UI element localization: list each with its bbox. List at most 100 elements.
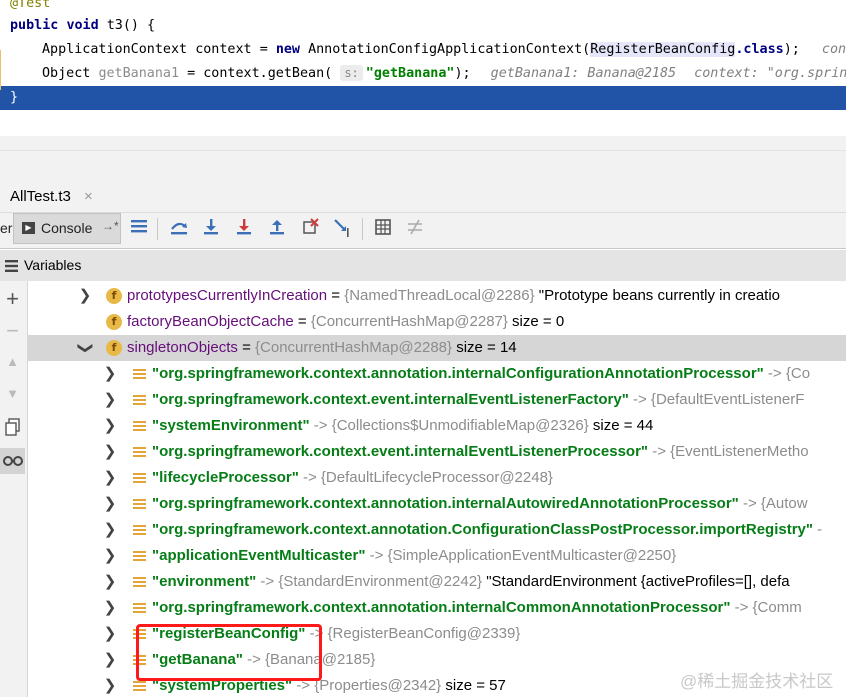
inline-debug-hint-value: getBanana1: Banana@2185 bbox=[490, 66, 677, 81]
value-text: "StandardEnvironment {activeProfiles=[],… bbox=[482, 573, 790, 590]
chevron-right-icon[interactable]: ❯ bbox=[103, 517, 117, 543]
map-entry-icon bbox=[133, 549, 146, 563]
entry-key: "systemEnvironment" bbox=[152, 417, 310, 434]
chevron-right-icon[interactable]: ❯ bbox=[103, 413, 117, 439]
indent-guide bbox=[0, 50, 1, 90]
entry-key: "lifecycleProcessor" bbox=[152, 469, 299, 486]
tree-row[interactable]: f factoryBeanObjectCache = {ConcurrentHa… bbox=[28, 309, 846, 335]
divider bbox=[0, 150, 846, 151]
chevron-down-icon[interactable]: ❯ bbox=[72, 341, 98, 355]
map-entry-row[interactable]: ❯ "org.springframework.context.annotatio… bbox=[28, 517, 846, 543]
keyword-public: public bbox=[10, 18, 59, 33]
map-entry-icon bbox=[133, 575, 146, 589]
force-step-into-icon[interactable] bbox=[233, 218, 255, 240]
map-entry-icon bbox=[133, 393, 146, 407]
statement-end: ); bbox=[454, 66, 471, 81]
assign-op: = bbox=[259, 42, 268, 57]
type-name: ApplicationContext bbox=[42, 42, 188, 57]
close-icon[interactable]: × bbox=[84, 188, 93, 205]
run-to-cursor-icon[interactable] bbox=[332, 218, 354, 240]
map-entry-row[interactable]: ❯ "org.springframework.context.annotatio… bbox=[28, 491, 846, 517]
chevron-right-icon[interactable]: ❯ bbox=[103, 387, 117, 413]
closing-brace: } bbox=[10, 90, 19, 105]
value-text: size = 44 bbox=[588, 417, 654, 434]
object-ref: {NamedThreadLocal@2286} bbox=[344, 287, 535, 304]
entry-value: -> {Autow bbox=[738, 495, 808, 512]
getbean-call: = context.getBean( bbox=[187, 66, 333, 81]
tree-row-selected[interactable]: ❯ f singletonObjects = {ConcurrentHashMa… bbox=[28, 335, 846, 361]
plus-icon[interactable]: + bbox=[0, 286, 25, 312]
map-entry-icon bbox=[133, 445, 146, 459]
glasses-icon[interactable] bbox=[0, 448, 25, 474]
entry-key: "org.springframework.context.annotation.… bbox=[152, 521, 813, 538]
entry-value: -> {Comm bbox=[730, 599, 802, 616]
object-ref: {ConcurrentHashMap@2287} bbox=[310, 313, 508, 330]
tree-row[interactable]: ❯ f prototypesCurrentlyInCreation = {Nam… bbox=[28, 283, 846, 309]
step-over-icon[interactable] bbox=[168, 218, 190, 240]
entry-value: -> {DefaultEventListenerF bbox=[628, 391, 805, 408]
step-into-icon[interactable] bbox=[200, 218, 222, 240]
equals-sign: = bbox=[237, 339, 256, 356]
entry-key: "org.springframework.context.event.inter… bbox=[152, 443, 649, 460]
chevron-right-icon[interactable]: ❯ bbox=[103, 491, 117, 517]
evaluate-icon[interactable] bbox=[372, 218, 394, 240]
step-out-icon[interactable] bbox=[266, 218, 288, 240]
pin-arrow-icon: →* bbox=[102, 219, 119, 233]
debugger-tab-fragment[interactable]: er bbox=[0, 220, 12, 236]
map-entry-row[interactable]: ❯ "org.springframework.context.event.int… bbox=[28, 439, 846, 465]
map-entry-row[interactable]: ❯ "org.springframework.context.event.int… bbox=[28, 387, 846, 413]
map-entry-row[interactable]: ❯ "applicationEventMulticaster" -> {Simp… bbox=[28, 543, 846, 569]
list-icon[interactable] bbox=[128, 218, 150, 240]
chevron-right-icon[interactable]: ❯ bbox=[103, 595, 117, 621]
map-entry-icon bbox=[133, 679, 146, 693]
inline-debug-hint: conte bbox=[821, 42, 846, 57]
map-entry-row[interactable]: ❯ "systemEnvironment" -> {Collections$Un… bbox=[28, 413, 846, 439]
variable-name: getBanana1 bbox=[98, 66, 180, 81]
field-icon: f bbox=[106, 340, 122, 356]
value-text: size = 57 bbox=[441, 677, 506, 694]
debug-tab-label[interactable]: AllTest.t3 bbox=[10, 188, 71, 205]
toolbar-separator bbox=[157, 218, 158, 240]
map-entry-icon bbox=[133, 497, 146, 511]
chevron-right-icon[interactable]: ❯ bbox=[103, 465, 117, 491]
method-name: t3() { bbox=[106, 18, 156, 33]
watermark: @稀土掘金技术社区 bbox=[680, 672, 834, 691]
chevron-right-icon[interactable]: ❯ bbox=[103, 673, 117, 697]
annotation-highlight-box bbox=[136, 624, 322, 681]
keyword-new: new bbox=[275, 42, 300, 57]
entry-value: - bbox=[813, 521, 823, 538]
type-name: Object bbox=[42, 66, 91, 81]
string-literal: "getBanana" bbox=[365, 66, 455, 81]
map-entry-row[interactable]: ❯ "org.springframework.context.annotatio… bbox=[28, 361, 846, 387]
entry-value: -> {DefaultLifecycleProcessor@2248} bbox=[298, 469, 553, 486]
parameter-hint: s: bbox=[340, 65, 363, 81]
code-editor[interactable]: @Test public void t3() { ApplicationCont… bbox=[0, 0, 846, 136]
console-tab-label[interactable]: Console bbox=[41, 220, 92, 236]
chevron-right-icon[interactable]: ❯ bbox=[103, 621, 117, 647]
chevron-right-icon[interactable]: ❯ bbox=[103, 569, 117, 595]
trace-icon[interactable] bbox=[404, 218, 426, 240]
chevron-right-icon[interactable]: ❯ bbox=[103, 647, 117, 673]
map-entry-row[interactable]: ❯ "org.springframework.context.annotatio… bbox=[28, 595, 846, 621]
drop-frame-icon[interactable] bbox=[299, 218, 321, 240]
panel-separator[interactable] bbox=[0, 136, 846, 182]
map-entry-icon bbox=[133, 471, 146, 485]
chevron-right-icon[interactable]: ❯ bbox=[103, 543, 117, 569]
class-reference[interactable]: RegisterBeanConfig bbox=[590, 42, 736, 57]
entry-key: "org.springframework.context.annotation.… bbox=[152, 495, 739, 512]
map-entry-row[interactable]: ❯ "lifecycleProcessor" -> {DefaultLifecy… bbox=[28, 465, 846, 491]
up-icon[interactable]: ▲ bbox=[0, 354, 25, 369]
current-execution-line: } bbox=[0, 86, 846, 110]
minus-icon[interactable]: − bbox=[0, 318, 25, 344]
chevron-right-icon[interactable]: ❯ bbox=[78, 283, 92, 309]
entry-key: "org.springframework.context.event.inter… bbox=[152, 391, 629, 408]
entry-value: -> {StandardEnvironment@2242} bbox=[256, 573, 483, 590]
chevron-right-icon[interactable]: ❯ bbox=[103, 439, 117, 465]
chevron-right-icon[interactable]: ❯ bbox=[103, 361, 117, 387]
down-icon[interactable]: ▼ bbox=[0, 386, 25, 401]
dot-class: .class bbox=[735, 42, 784, 57]
map-entry-row[interactable]: ❯ "environment" -> {StandardEnvironment@… bbox=[28, 569, 846, 595]
copy-icon[interactable] bbox=[0, 418, 25, 441]
map-entry-icon bbox=[133, 367, 146, 381]
map-entry-icon bbox=[133, 419, 146, 433]
